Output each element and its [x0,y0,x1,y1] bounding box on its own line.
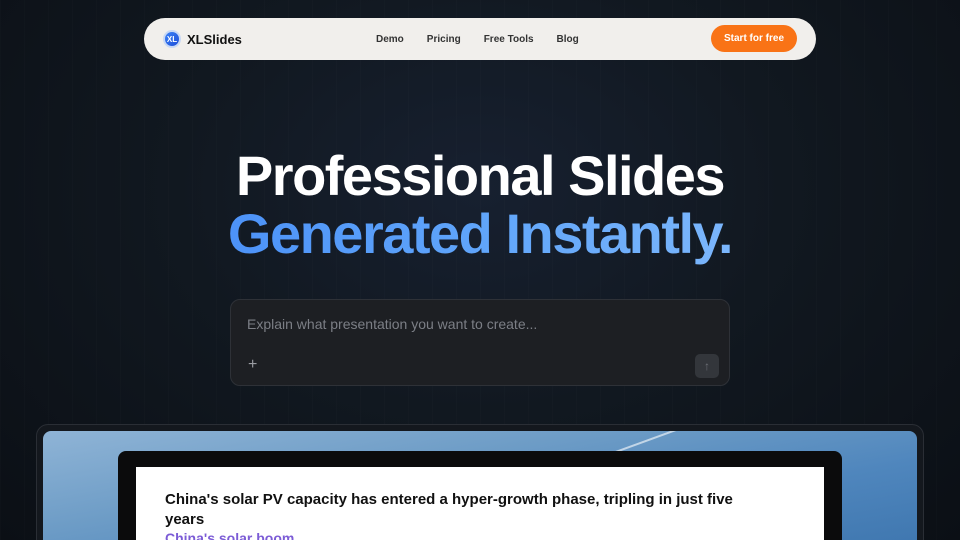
hero-title-line2: Generated Instantly. [0,201,960,266]
slide-preview: China's solar PV capacity has entered a … [136,467,824,540]
start-for-free-button[interactable]: Start for free [711,25,797,52]
hero-title-line1: Professional Slides [235,144,726,207]
prompt-input[interactable]: Explain what presentation you want to cr… [230,299,730,386]
nav-item-blog[interactable]: Blog [557,34,579,45]
plus-icon[interactable]: + [248,356,257,374]
top-navbar: XL XLSlides Demo Pricing Free Tools Blog… [144,18,816,60]
logo-icon[interactable]: XL [163,30,181,48]
slide-subtitle: China's solar boom [165,530,295,540]
send-icon[interactable]: ↑ [695,354,719,378]
nav-item-free-tools[interactable]: Free Tools [484,34,534,45]
nav-item-pricing[interactable]: Pricing [427,34,461,45]
nav-menu: Demo Pricing Free Tools Blog [376,34,579,45]
prompt-placeholder[interactable]: Explain what presentation you want to cr… [247,316,537,332]
slide-title: China's solar PV capacity has entered a … [165,491,733,528]
nav-item-demo[interactable]: Demo [376,34,404,45]
brand-name[interactable]: XLSlides [187,32,242,47]
